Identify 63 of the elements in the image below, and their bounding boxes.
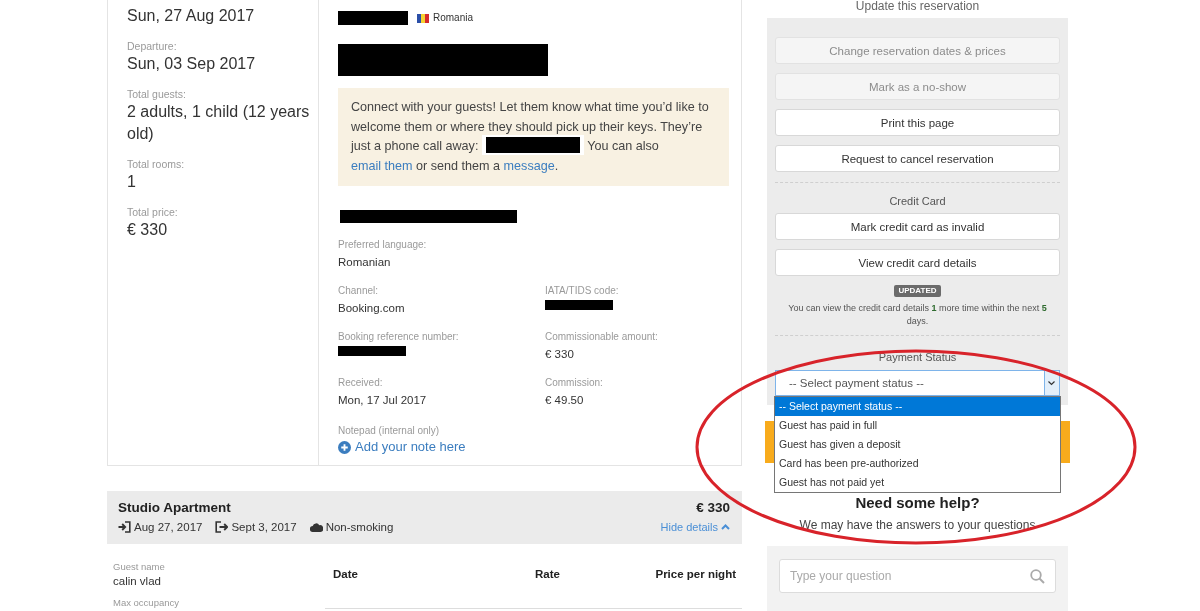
field-label: Preferred language: — [338, 239, 428, 251]
check-in-date: Aug 27, 2017 — [134, 520, 203, 535]
column-header: Price per night — [655, 567, 736, 582]
text-link[interactable]: email them — [351, 158, 413, 173]
column-header: Rate — [535, 567, 561, 582]
dropdown-option[interactable]: Guest has given a deposit — [775, 435, 1060, 454]
action-button[interactable]: View credit card details — [775, 249, 1060, 276]
help-text: We may have the answers to your questions — [798, 517, 1037, 533]
sign-in-icon — [118, 521, 131, 533]
plus-icon — [338, 440, 351, 454]
field-value: 2 adults, 1 child (12 years old) — [127, 102, 311, 144]
room-name: Studio Apartment — [118, 499, 232, 517]
action-button[interactable]: Request to cancel reservation — [775, 145, 1060, 172]
field-label: Total price: — [127, 205, 179, 219]
check-out-date: Sept 3, 2017 — [231, 520, 297, 535]
cloud-icon — [309, 522, 323, 532]
column-header: Date — [333, 567, 359, 582]
guest-name: calin vlad — [113, 574, 162, 589]
section-title: Credit Card — [888, 194, 947, 208]
text-link[interactable]: message — [503, 158, 555, 173]
action-button[interactable]: Print this page — [775, 109, 1060, 136]
sign-out-icon — [215, 521, 229, 533]
dropdown-option[interactable]: -- Select payment status -- — [775, 397, 1060, 416]
info-text: You can view the credit card details 1 more time within the next 5 days. — [787, 302, 1048, 328]
field-value: € 330 — [127, 220, 169, 240]
field-label: Commission: — [545, 377, 604, 389]
chevron-down-icon — [1044, 371, 1059, 395]
field-value: Booking.com — [338, 301, 406, 316]
action-button[interactable]: Mark credit card as invalid — [775, 213, 1060, 240]
flag-icon — [417, 13, 429, 23]
dropdown-option[interactable]: Guest has not paid yet — [775, 473, 1060, 492]
field-value: Sun, 03 Sep 2017 — [127, 54, 257, 74]
field-value: € 330 — [545, 347, 575, 362]
field-label: Guest name — [113, 561, 166, 573]
guest-message: Connect with your guests! Let them know what time you’d like to welcome them or where they should pick up their keys. They’re just a phone call away: You can also email them or send them a message. — [338, 88, 729, 186]
field-label: Channel: — [338, 285, 380, 297]
country-name: Romania — [433, 11, 474, 25]
section-title: Payment Status — [877, 350, 958, 364]
field-label: IATA/TIDS code: — [545, 285, 620, 297]
dropdown-option[interactable]: Guest has paid in full — [775, 416, 1060, 435]
payment-status-select[interactable]: -- Select payment status -- — [775, 370, 1060, 396]
search-field[interactable]: Type your question — [779, 559, 1056, 593]
smoking-policy: Non-smoking — [325, 520, 394, 535]
dropdown-option[interactable]: Card has been pre-authorized — [775, 454, 1060, 473]
panel-title: Update this reservation — [854, 0, 981, 15]
add-note-link[interactable]: Add your note here — [338, 438, 466, 456]
field-value: € 49.50 — [545, 393, 585, 408]
field-label: Total rooms: — [127, 157, 186, 171]
field-value: Sun, 27 Aug 2017 — [127, 6, 256, 26]
field-label: Total guests: — [127, 87, 187, 101]
field-label: Commissionable amount: — [545, 331, 659, 343]
room-price: € 330 — [695, 499, 730, 517]
field-label: Booking reference number: — [338, 331, 460, 343]
field-value: Mon, 17 Jul 2017 — [338, 393, 428, 408]
field-value: 1 — [127, 172, 137, 192]
search-icon — [1030, 569, 1045, 584]
field-label: Received: — [338, 377, 384, 389]
field-label: Max occupancy — [113, 597, 180, 609]
field-value: Romanian — [338, 255, 392, 270]
field-label: Departure: — [127, 39, 178, 53]
help-title: Need some help? — [854, 493, 981, 513]
field-label: Notepad (internal only) — [338, 425, 441, 437]
status-badge: UPDATED — [894, 285, 941, 297]
